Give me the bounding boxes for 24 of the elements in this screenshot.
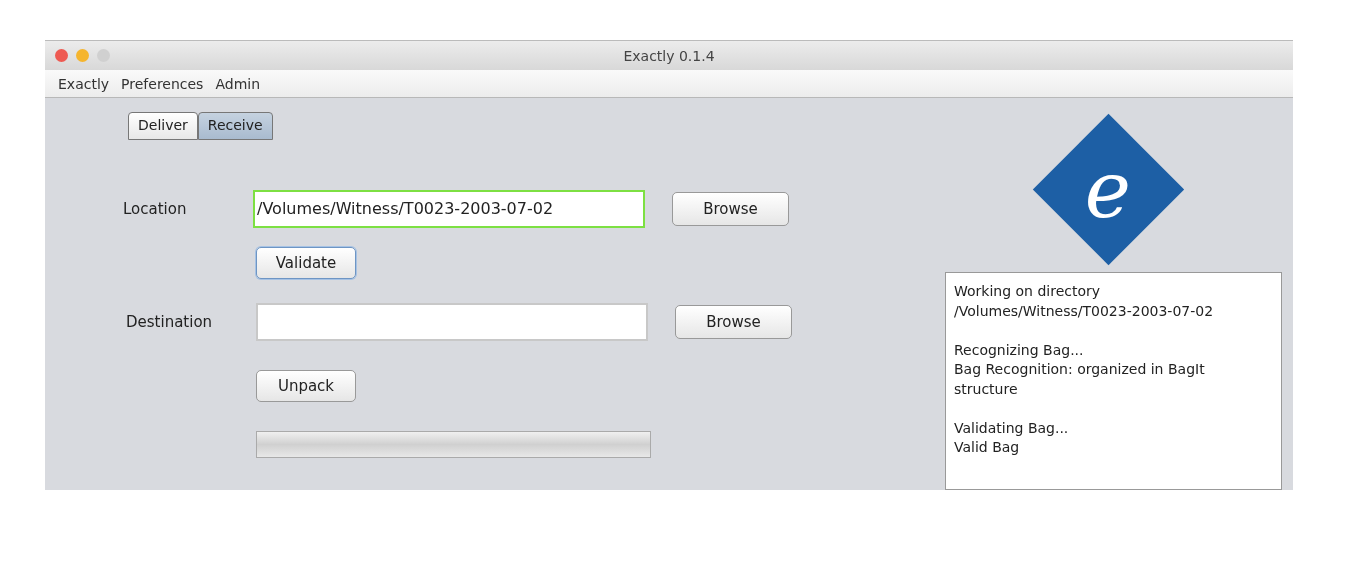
logo: e [1032,113,1185,266]
input-field[interactable] [256,303,648,341]
log-line: Valid Bag [954,438,1021,457]
browse-button[interactable]: Browse [675,305,792,339]
input-field[interactable]: /Volumes/Witness/T0023-2003-07-02 [253,190,645,228]
window-title: Exactly 0.1.4 [623,47,715,64]
action-button[interactable]: Unpack [256,370,356,402]
log-line: Recognizing Bag... [954,340,1085,360]
field-label: Destination [126,313,214,331]
log-line: Bag Recognition: organized in BagIt structure [954,360,1206,399]
zoom-icon[interactable] [97,49,110,62]
menu-item[interactable]: Preferences [121,75,204,92]
log-line: Working on directory [954,282,1102,301]
tab[interactable]: Receive [197,112,273,140]
action-button[interactable]: Validate [256,247,356,279]
minimize-icon[interactable] [76,49,89,62]
tab[interactable]: Deliver [128,112,198,140]
log-line: Validating Bag... [954,418,1070,438]
close-icon[interactable] [55,49,68,62]
menu-item[interactable]: Admin [215,75,261,92]
menu-item[interactable]: Exactly [58,75,110,92]
browse-button[interactable]: Browse [672,192,789,226]
field-label: Location [123,200,188,218]
log-line: /Volumes/Witness/T0023-2003-07-02 [954,301,1215,321]
